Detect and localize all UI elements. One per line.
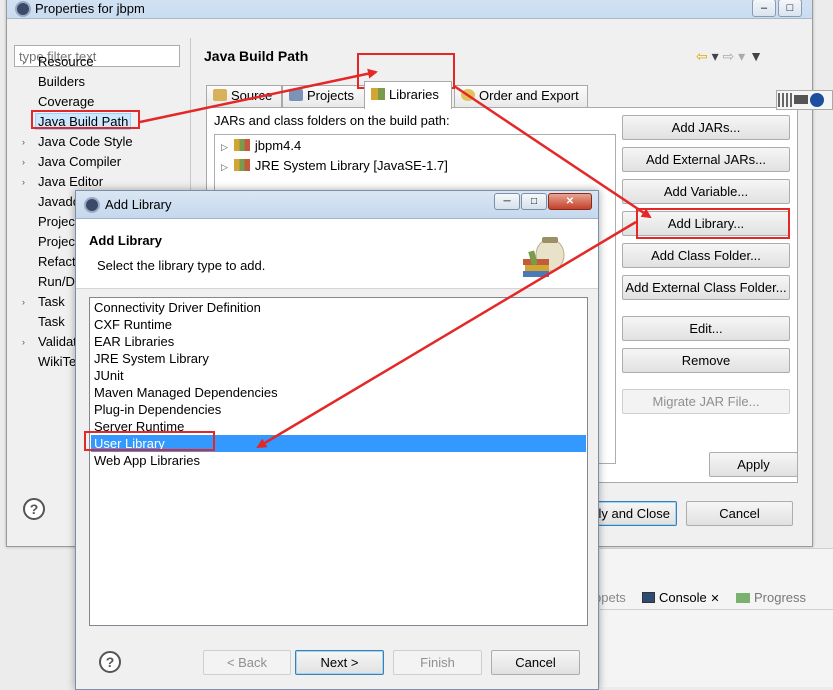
- tab-libraries[interactable]: Libraries: [364, 81, 452, 109]
- arrow-to-add-library: [453, 84, 652, 219]
- arrow-to-libraries-tab: [139, 68, 378, 124]
- arrow-to-user-library: [256, 220, 637, 449]
- libraries-icon: [371, 88, 385, 100]
